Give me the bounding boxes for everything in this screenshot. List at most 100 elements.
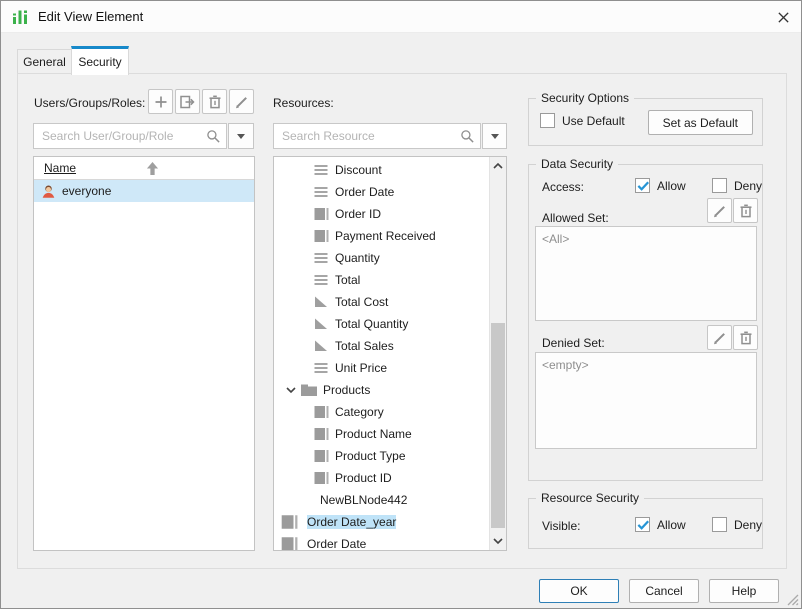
visible-deny-label: Deny xyxy=(734,518,762,532)
tree-item[interactable]: Total xyxy=(274,269,489,291)
add-user-button[interactable] xyxy=(148,89,173,114)
tree-item[interactable]: Product Name xyxy=(274,423,489,445)
resource-security-legend: Resource Security xyxy=(536,491,644,505)
user-row-everyone[interactable]: everyone xyxy=(34,180,254,202)
denied-set-toolbar xyxy=(707,325,758,350)
pencil-icon xyxy=(712,203,728,219)
scrollbar-thumb[interactable] xyxy=(491,323,505,528)
allowed-set-delete-button[interactable] xyxy=(733,198,758,223)
tree-item[interactable]: Product Type xyxy=(274,445,489,467)
users-list-header: Name xyxy=(34,157,254,180)
visible-allow-label: Allow xyxy=(657,518,686,532)
visible-allow-checkbox[interactable] xyxy=(635,517,650,532)
visible-allow-checkbox-group[interactable]: Allow xyxy=(635,517,686,532)
tree-item[interactable]: Discount xyxy=(274,159,489,181)
user-name: everyone xyxy=(62,184,111,198)
help-button[interactable]: Help xyxy=(709,579,779,603)
ok-button[interactable]: OK xyxy=(539,579,619,603)
denied-set-value: <empty> xyxy=(542,358,589,372)
denied-set-box: <empty> xyxy=(535,352,757,449)
allowed-set-box: <All> xyxy=(535,226,757,321)
set-as-default-button[interactable]: Set as Default xyxy=(648,110,753,135)
field-lines-icon xyxy=(313,360,329,376)
trash-icon xyxy=(207,94,223,110)
users-toolbar xyxy=(148,89,254,114)
use-default-label: Use Default xyxy=(562,114,625,128)
security-options-group: Security Options Use Default Set as Defa… xyxy=(528,98,763,146)
name-column-header[interactable]: Name xyxy=(44,161,76,175)
tree-item[interactable]: Product ID xyxy=(274,467,489,489)
use-default-checkbox[interactable] xyxy=(540,113,555,128)
tree-item[interactable]: NewBLNode442 xyxy=(274,489,489,511)
tree-item[interactable]: Total Sales xyxy=(274,335,489,357)
field-triangle-icon xyxy=(313,294,329,310)
tree-item[interactable]: Quantity xyxy=(274,247,489,269)
access-deny-checkbox[interactable] xyxy=(712,178,727,193)
access-allow-checkbox[interactable] xyxy=(635,178,650,193)
check-icon xyxy=(636,517,651,532)
folder-icon xyxy=(300,382,318,398)
allowed-set-edit-button[interactable] xyxy=(707,198,732,223)
scroll-up-button[interactable] xyxy=(490,158,506,174)
export-user-button[interactable] xyxy=(175,89,200,114)
resources-tree-panel: Discount Order Date Order ID Payment Rec… xyxy=(273,156,507,551)
edit-user-button[interactable] xyxy=(229,89,254,114)
plus-icon xyxy=(153,94,169,110)
field-lines-icon xyxy=(313,184,329,200)
visible-deny-checkbox[interactable] xyxy=(712,517,727,532)
chevron-down-icon[interactable] xyxy=(286,385,296,395)
search-icon xyxy=(460,129,475,144)
resource-security-group: Resource Security Visible: Allow Deny xyxy=(528,498,763,549)
tree-item[interactable]: Payment Received xyxy=(274,225,489,247)
tree-item-products[interactable]: Products xyxy=(274,379,489,401)
scrollbar[interactable] xyxy=(489,157,506,550)
field-lines-icon xyxy=(313,272,329,288)
allowed-set-value: <All> xyxy=(542,232,569,246)
use-default-checkbox-group[interactable]: Use Default xyxy=(540,113,625,128)
tree-item[interactable]: Unit Price xyxy=(274,357,489,379)
users-groups-roles-label: Users/Groups/Roles: xyxy=(34,96,145,110)
user-search-dropdown-button[interactable] xyxy=(228,123,254,149)
denied-set-edit-button[interactable] xyxy=(707,325,732,350)
field-lines-icon xyxy=(313,250,329,266)
resize-grip[interactable] xyxy=(786,593,799,606)
field-square-icon xyxy=(313,404,329,420)
tab-security[interactable]: Security xyxy=(71,46,129,75)
delete-user-button[interactable] xyxy=(202,89,227,114)
denied-set-delete-button[interactable] xyxy=(733,325,758,350)
access-allow-checkbox-group[interactable]: Allow xyxy=(635,178,686,193)
export-icon xyxy=(179,94,196,110)
tree-item[interactable]: Category xyxy=(274,401,489,423)
field-square-icon xyxy=(313,470,329,486)
field-triangle-icon xyxy=(313,316,329,332)
users-list-panel: Name everyone xyxy=(33,156,255,551)
resources-tree: Discount Order Date Order ID Payment Rec… xyxy=(274,157,489,550)
field-square-icon xyxy=(313,206,329,222)
chevron-up-icon xyxy=(493,161,503,171)
resource-search-dropdown-button[interactable] xyxy=(482,123,507,149)
tree-item[interactable]: Order ID xyxy=(274,203,489,225)
resources-label: Resources: xyxy=(273,96,334,110)
cancel-button[interactable]: Cancel xyxy=(629,579,699,603)
tree-item[interactable]: Total Quantity xyxy=(274,313,489,335)
pencil-icon xyxy=(712,330,728,346)
tree-item[interactable]: Order Date_year xyxy=(274,511,489,533)
access-deny-checkbox-group[interactable]: Deny xyxy=(712,178,762,193)
visible-label: Visible: xyxy=(542,519,580,533)
search-icon xyxy=(206,129,221,144)
scroll-down-button[interactable] xyxy=(490,533,506,549)
tree-item[interactable]: Order Date xyxy=(274,533,489,550)
check-icon xyxy=(636,178,651,193)
access-allow-label: Allow xyxy=(657,179,686,193)
resource-search-input[interactable] xyxy=(273,123,481,149)
user-search-input[interactable] xyxy=(33,123,227,149)
security-options-legend: Security Options xyxy=(536,91,634,105)
tree-item[interactable]: Order Date xyxy=(274,181,489,203)
field-square-icon xyxy=(313,228,329,244)
visible-deny-checkbox-group[interactable]: Deny xyxy=(712,517,762,532)
sort-ascending-icon xyxy=(146,161,159,176)
user-icon xyxy=(41,184,56,199)
tree-item[interactable]: Total Cost xyxy=(274,291,489,313)
trash-icon xyxy=(738,330,754,346)
field-lines-icon xyxy=(313,162,329,178)
